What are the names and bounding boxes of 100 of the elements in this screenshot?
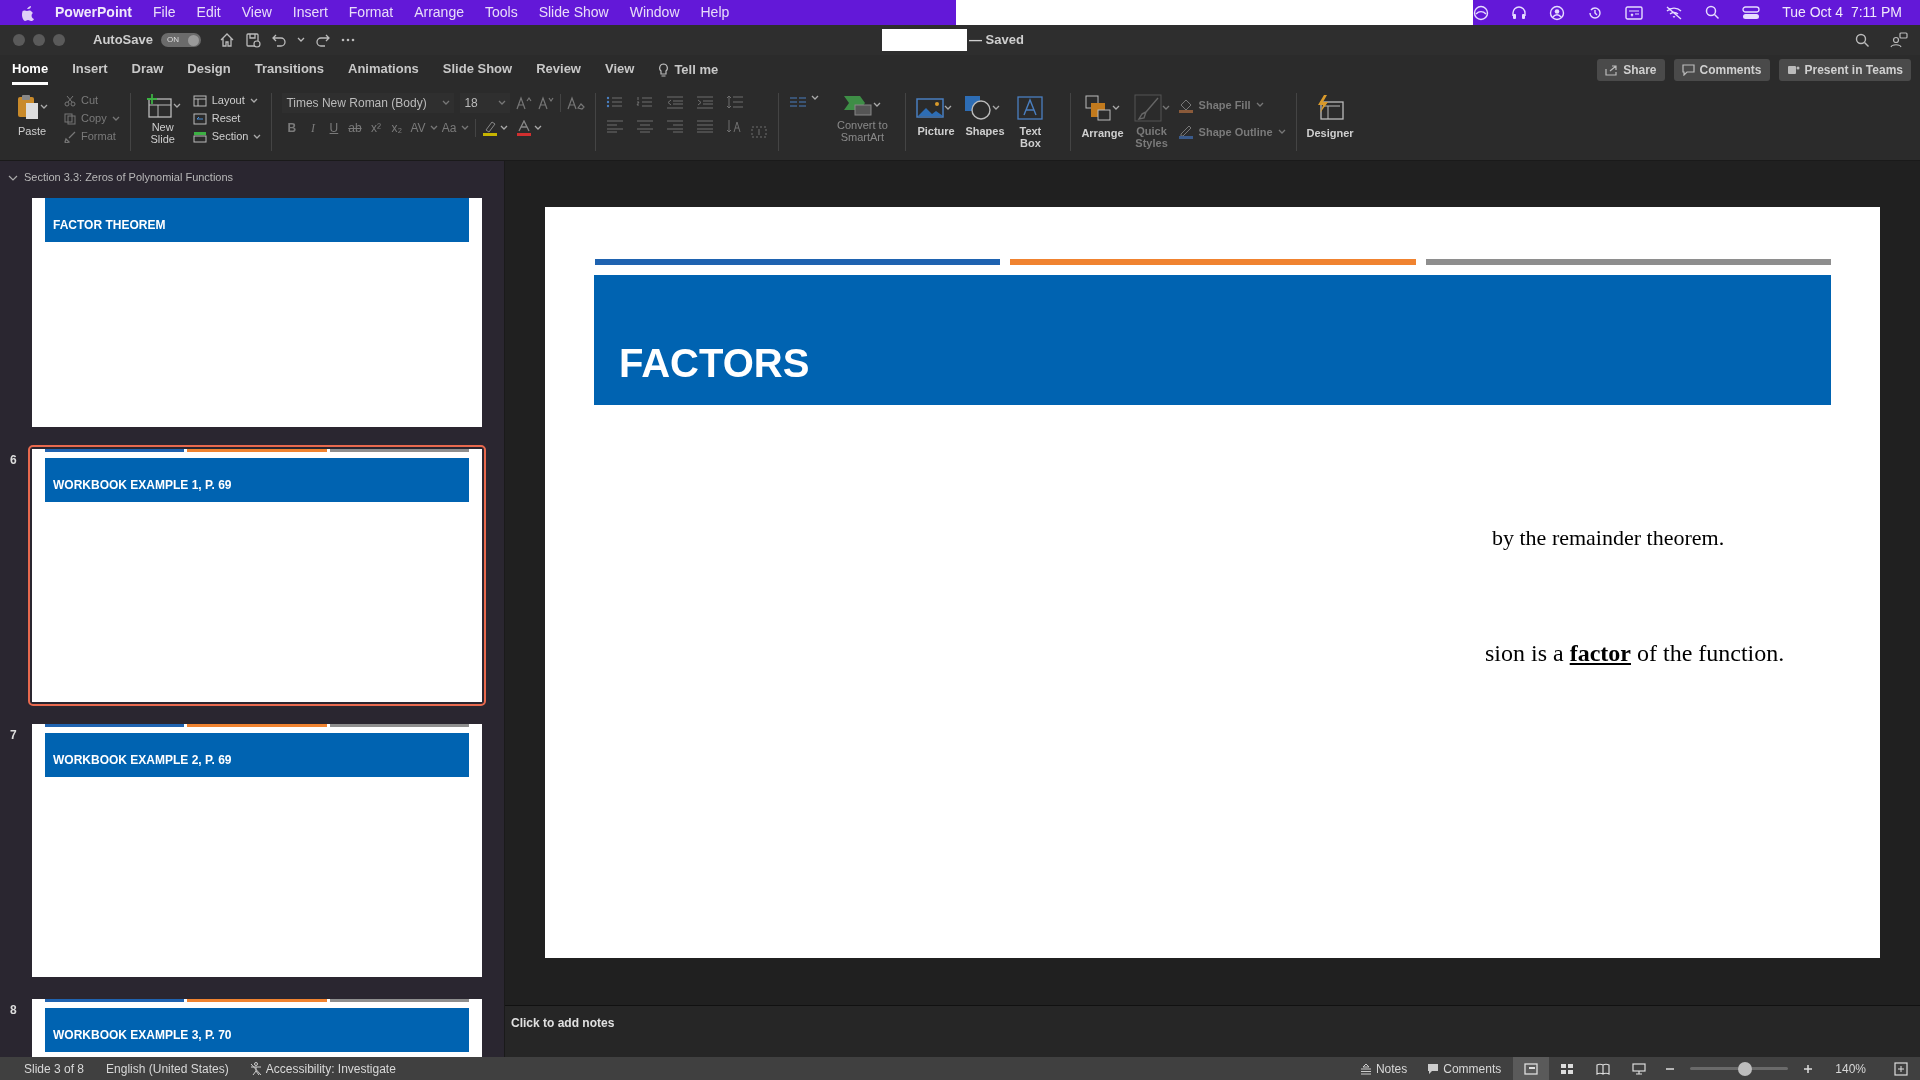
slider-thumb[interactable] [1738, 1061, 1753, 1076]
thumbnail-title: WORKBOOK EXAMPLE 1, P. 69 [53, 477, 232, 494]
document-status: — Saved [969, 31, 1024, 50]
normal-view-icon [1524, 1062, 1539, 1075]
ribbon-tab[interactable]: Design [187, 55, 231, 85]
speech-bubble-icon [1681, 64, 1695, 76]
menu-item[interactable]: File [153, 2, 176, 23]
new-slide-button[interactable]: New Slide [140, 93, 185, 145]
caret-icon [1112, 105, 1121, 111]
save-icon[interactable] [244, 32, 261, 48]
slide-number: 7 [9, 727, 18, 744]
people-icon[interactable] [1890, 32, 1908, 48]
caret-icon [1161, 105, 1170, 111]
lightbulb-icon [658, 62, 670, 78]
menu-item[interactable]: Arrange [414, 2, 464, 23]
slide-option-button[interactable]: Reset [192, 111, 262, 126]
caret-icon [442, 100, 451, 106]
ribbon-tab[interactable]: Review [536, 55, 581, 85]
menu-item[interactable]: Tools [484, 2, 518, 23]
present-button[interactable]: Present in Teams [1778, 59, 1911, 81]
ribbon-tab[interactable]: Slide Show [442, 55, 513, 85]
book-icon [1596, 1062, 1611, 1075]
accessibility-button[interactable]: Accessibility: Investigate [248, 1059, 396, 1078]
menu-item[interactable]: View [241, 2, 272, 23]
grid-view-icon [1560, 1062, 1575, 1075]
font-size-field[interactable]: 18 [460, 93, 511, 113]
section-header[interactable]: Section 3.3: Zeros of Polynomial Functions [0, 161, 504, 194]
user-icon[interactable] [1549, 4, 1566, 21]
circle-icon[interactable] [1473, 4, 1490, 21]
slide-option-button[interactable]: Section [192, 129, 262, 144]
line-spacing-icon[interactable] [726, 95, 745, 109]
caret-icon [499, 125, 508, 131]
menu-item[interactable]: Help [700, 2, 730, 23]
brush-icon [64, 130, 76, 143]
time-machine-icon[interactable] [1587, 4, 1604, 21]
redo-icon[interactable] [314, 32, 331, 48]
slide-option-button[interactable]: Layout [192, 93, 262, 108]
shrink-font-icon[interactable] [538, 96, 555, 110]
picture-button[interactable]: Picture [916, 93, 953, 137]
caret-icon [873, 102, 882, 108]
caret-icon [172, 103, 181, 109]
language-status[interactable]: English (United States) [106, 1059, 229, 1078]
zoom-level[interactable]: 140% [1835, 1059, 1866, 1078]
paste-button[interactable]: Paste [12, 93, 52, 140]
ribbon-tab[interactable]: Transitions [254, 55, 325, 85]
wifi-off-icon[interactable] [1665, 5, 1684, 20]
slide-title: FACTORS [619, 341, 810, 385]
search-icon[interactable] [1855, 32, 1870, 48]
autosave-toggle[interactable]: ON [160, 33, 201, 47]
ribbon-tab[interactable]: Animations [348, 55, 419, 85]
home-icon[interactable] [218, 32, 235, 48]
paint-bucket-icon [1177, 97, 1194, 113]
menu-item[interactable]: Slide Show [538, 2, 609, 23]
more-icon[interactable] [340, 38, 355, 42]
zoom-in-icon[interactable] [1803, 1063, 1814, 1074]
undo-icon[interactable] [270, 32, 287, 48]
textbox-button[interactable]: Text Box [1012, 93, 1049, 149]
clear-format-icon[interactable] [567, 96, 586, 110]
ribbon-tab[interactable]: Draw [131, 55, 164, 85]
caret-icon [111, 115, 120, 122]
bullets-icon[interactable] [606, 95, 625, 109]
reset-icon [192, 112, 207, 125]
view-button[interactable] [1513, 1057, 1550, 1080]
highlighter-icon[interactable] [481, 120, 498, 136]
ribbon-tab[interactable]: Insert [72, 55, 108, 85]
share-button[interactable]: Share [1597, 59, 1665, 81]
menu-item[interactable]: Edit [196, 2, 221, 23]
screen-icon[interactable] [1625, 5, 1644, 20]
app-menu[interactable]: PowerPoint [55, 2, 132, 23]
pencil-icon [1177, 124, 1194, 140]
comments-button[interactable]: Comments [1427, 1059, 1502, 1078]
text-box-icon [1016, 95, 1045, 121]
menu-item[interactable]: Window [629, 2, 680, 23]
slide-text: by the remainder theorem. [1492, 524, 1725, 552]
search-icon[interactable] [1705, 5, 1721, 20]
section-icon [192, 130, 207, 143]
control-center-icon[interactable] [1742, 5, 1761, 20]
apple-icon[interactable] [20, 4, 34, 21]
notes-button[interactable]: Notes [1359, 1059, 1408, 1078]
chevron-down-icon [8, 173, 18, 182]
convert-smartart-button[interactable]: Convert to SmartArt [829, 93, 896, 143]
designer-button[interactable]: Designer [1306, 93, 1354, 142]
caret-icon [429, 125, 438, 131]
menu-item[interactable]: Format [348, 2, 394, 23]
menu-item[interactable]: Insert [292, 2, 328, 23]
fit-window-icon[interactable] [1894, 1061, 1908, 1076]
notes-placeholder[interactable]: Click to add notes [511, 1014, 615, 1032]
grow-font-icon[interactable] [516, 96, 533, 110]
layout-icon [192, 94, 207, 107]
comments-button[interactable]: Comments [1673, 59, 1770, 81]
slide-thumbnail[interactable]: WORKBOOK EXAMPLE 1, P. 69 [28, 445, 486, 706]
arrange-button[interactable]: Arrange [1081, 93, 1124, 142]
ribbon-tab[interactable]: View [605, 55, 635, 85]
slide-counter: Slide 3 of 8 [24, 1060, 85, 1078]
font-color-icon[interactable] [515, 120, 532, 136]
tell-me-button[interactable]: Tell me [658, 60, 719, 80]
presentation-icon [1632, 1062, 1647, 1075]
font-name-field[interactable]: Times New Roman (Body) [282, 93, 455, 113]
headphones-icon[interactable] [1511, 4, 1528, 21]
slide-text: sion is a factor of the function. [1485, 639, 1785, 668]
